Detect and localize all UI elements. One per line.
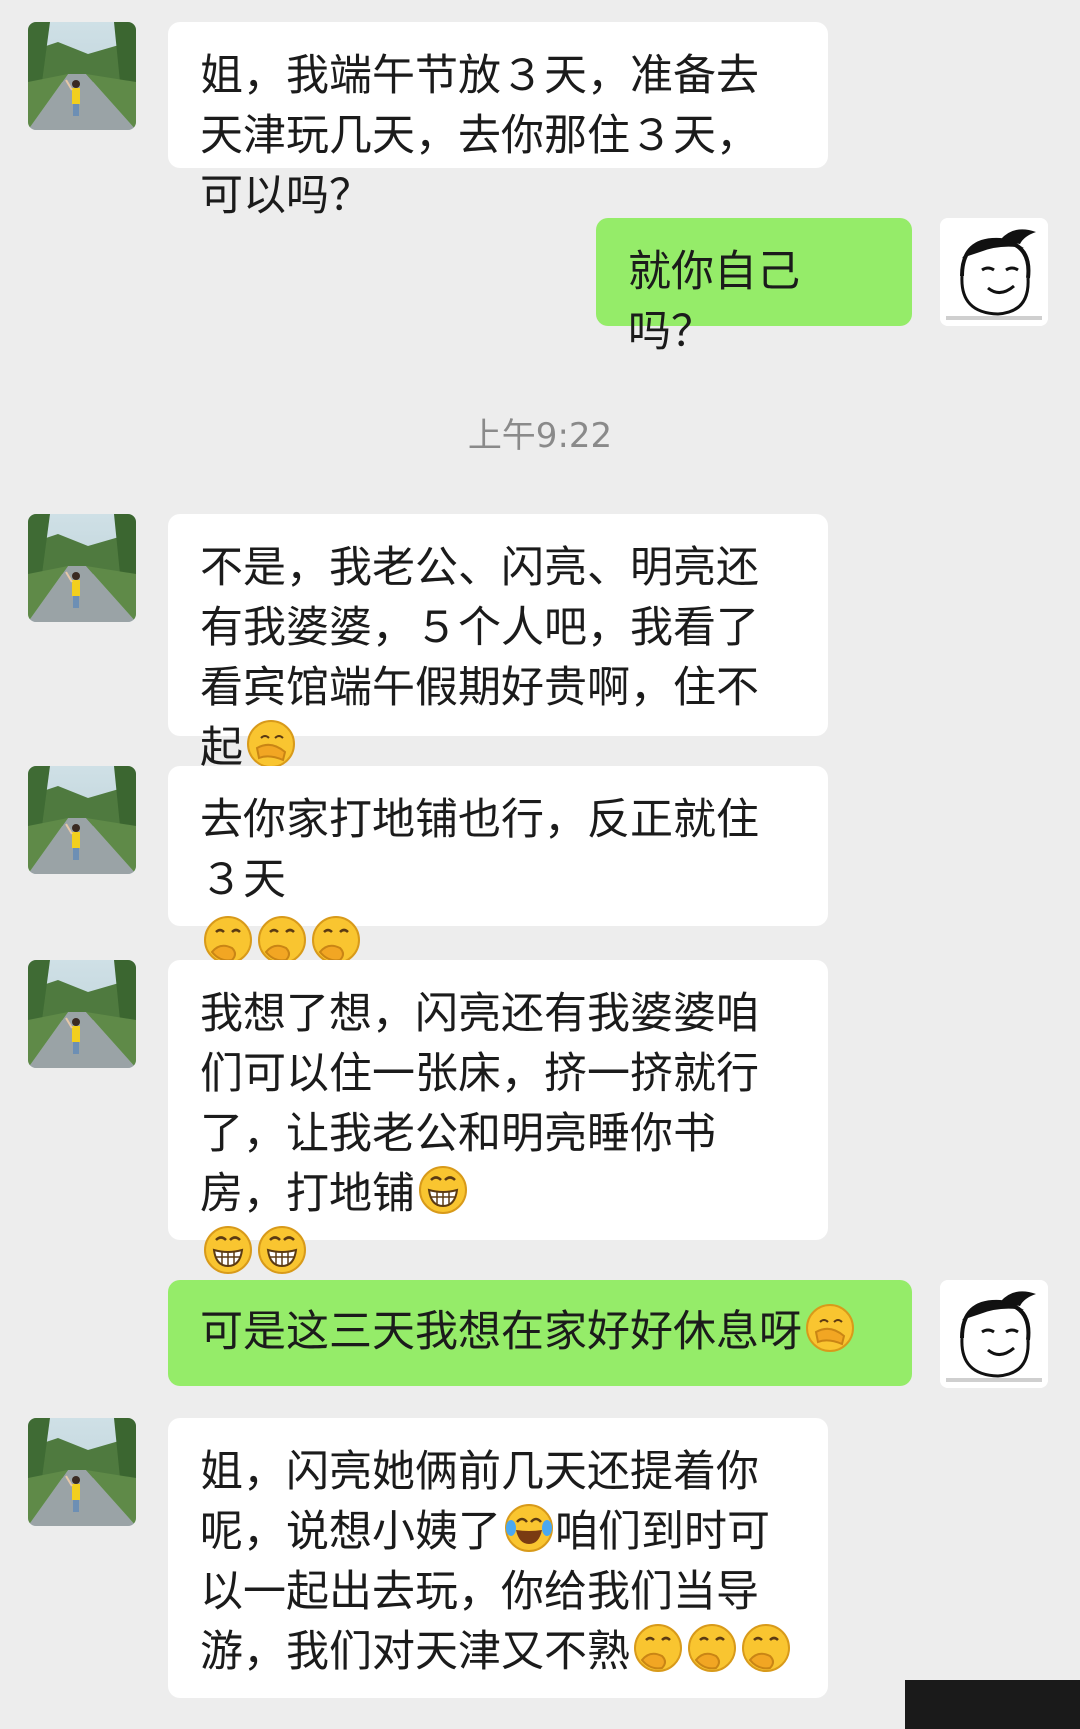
smirk-emoji: [686, 1622, 738, 1674]
contact-avatar[interactable]: [28, 960, 136, 1068]
smirk-emoji: [632, 1622, 684, 1674]
smirk-emoji: [740, 1622, 792, 1674]
message-text: 就你自己吗？: [628, 247, 800, 357]
message-text: 去你家打地铺也行，反正就住３天: [200, 795, 759, 905]
grin-emoji: [202, 1224, 254, 1276]
incoming-message-bubble[interactable]: 去你家打地铺也行，反正就住３天: [168, 766, 828, 926]
message-text: 姐，我端午节放３天，准备去天津玩几天，去你那住３天，可以吗？: [200, 51, 759, 221]
grin-emoji: [417, 1164, 469, 1216]
incoming-message-bubble[interactable]: 姐，我端午节放３天，准备去天津玩几天，去你那住３天，可以吗？: [168, 22, 828, 221]
message-text: 可是这三天我想在家好好休息呀: [200, 1307, 802, 1357]
grin-emoji: [256, 1224, 308, 1276]
self-avatar[interactable]: [940, 218, 1048, 326]
contact-avatar[interactable]: [28, 766, 136, 874]
outgoing-message-bubble[interactable]: 可是这三天我想在家好好休息呀: [168, 1280, 912, 1386]
smirk-emoji: [202, 914, 254, 966]
facepalm-emoji: [804, 1302, 856, 1354]
outgoing-message-bubble[interactable]: 就你自己吗？: [596, 218, 912, 357]
incoming-message-bubble[interactable]: 不是，我老公、闪亮、明亮还有我婆婆，５个人吧，我看了看宾馆端午假期好贵啊，住不起: [168, 514, 828, 773]
contact-avatar[interactable]: [28, 22, 136, 130]
message-text: 我想了想，闪亮还有我婆婆咱们可以住一张床，挤一挤就行了，让我老公和明亮睡你书房，…: [200, 989, 759, 1219]
time-divider: 上午9:22: [467, 416, 613, 456]
contact-avatar[interactable]: [28, 1418, 136, 1526]
smirk-emoji: [256, 914, 308, 966]
bottom-corner-bar: [905, 1680, 1080, 1729]
incoming-message-bubble[interactable]: 我想了想，闪亮还有我婆婆咱们可以住一张床，挤一挤就行了，让我老公和明亮睡你书房，…: [168, 960, 828, 1240]
self-avatar[interactable]: [940, 1280, 1048, 1388]
smirk-emoji: [310, 914, 362, 966]
contact-avatar[interactable]: [28, 514, 136, 622]
chat-area: 姐，我端午节放３天，准备去天津玩几天，去你那住３天，可以吗？ 就你自己吗？ 上午…: [0, 0, 1080, 1729]
facepalm-emoji: [245, 718, 297, 770]
incoming-message-bubble[interactable]: 姐，闪亮她俩前几天还提着你呢，说想小姨了 咱们到时可以一起出去玩，你给我们当导游，…: [168, 1418, 828, 1698]
tears-of-joy-emoji: [503, 1502, 555, 1554]
